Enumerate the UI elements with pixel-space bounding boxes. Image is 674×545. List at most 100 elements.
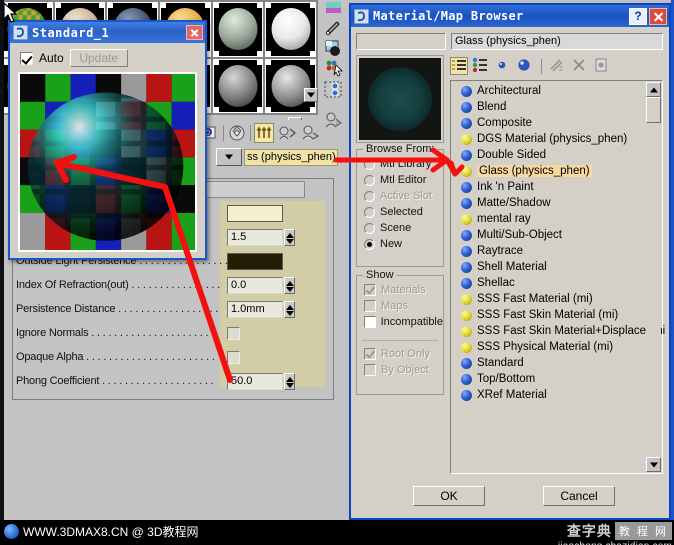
list-item[interactable]: SSS Fast Skin Material+Displace (mi xyxy=(453,323,665,339)
show-end-result-icon[interactable] xyxy=(227,123,247,143)
ignore-normals-checkbox[interactable] xyxy=(227,326,240,340)
list-item[interactable]: Standard xyxy=(453,355,644,371)
color-swatch[interactable] xyxy=(227,204,283,222)
spinner-buttons[interactable] xyxy=(284,372,295,390)
list-item[interactable]: SSS Fast Skin Material (mi) xyxy=(453,307,644,323)
delete-from-library-icon[interactable] xyxy=(571,57,589,75)
cancel-button[interactable]: Cancel xyxy=(543,486,615,506)
radio-indicator[interactable] xyxy=(364,174,375,186)
radio-indicator[interactable] xyxy=(364,158,375,170)
list-item[interactable]: Blend xyxy=(453,99,644,115)
param-control[interactable] xyxy=(227,326,240,340)
list-item[interactable]: Ink 'n Paint xyxy=(453,179,644,195)
list-item[interactable]: SSS Physical Material (mi) xyxy=(453,339,644,355)
name-field[interactable] xyxy=(356,33,446,50)
auto-checkbox[interactable] xyxy=(20,51,33,65)
backlight-icon[interactable] xyxy=(323,18,344,39)
param-control[interactable]: 1.5 xyxy=(227,228,295,246)
opaque-alpha-checkbox[interactable] xyxy=(227,350,240,364)
material-list-scrollbar[interactable] xyxy=(646,82,661,472)
video-color-check-icon[interactable] xyxy=(323,80,344,101)
param-control[interactable] xyxy=(227,252,283,270)
list-item[interactable]: Multi/Sub-Object xyxy=(453,227,644,243)
make-material-preview-icon[interactable] xyxy=(323,110,344,131)
material-name-row[interactable]: ss (physics_phen) xyxy=(216,148,338,166)
param-control[interactable]: 1.0mm xyxy=(227,300,295,318)
update-button[interactable]: Update xyxy=(69,49,128,67)
material-type-dropdown-button[interactable] xyxy=(216,148,242,166)
list-item[interactable]: Composite xyxy=(453,115,644,131)
list-item[interactable]: Raytrace xyxy=(453,243,644,259)
color-swatch[interactable] xyxy=(227,252,283,270)
radio-selected[interactable]: Selected xyxy=(357,204,443,220)
make-unique-icon[interactable] xyxy=(300,123,320,143)
list-item[interactable]: DGS Material (physics_phen) xyxy=(453,131,644,147)
sample-slot[interactable] xyxy=(265,58,316,113)
sample-slot[interactable] xyxy=(265,2,316,57)
spinner-buttons[interactable] xyxy=(284,228,295,246)
material-preview-sphere[interactable] xyxy=(18,72,197,252)
spinner-value[interactable]: 1.5 xyxy=(227,228,283,246)
list-item[interactable]: mental ray xyxy=(453,211,644,227)
watermark-right: 查字典 教 程 网 jiaocheng.chazidian.com xyxy=(558,521,672,545)
radio-indicator[interactable] xyxy=(364,238,375,250)
spinner-value[interactable]: 1.0mm xyxy=(227,300,283,318)
help-button[interactable]: ? xyxy=(629,7,647,25)
browser-preview-swatch[interactable] xyxy=(356,55,444,143)
radio-mtl-editor[interactable]: Mtl Editor xyxy=(357,172,443,188)
list-item[interactable]: Matte/Shadow xyxy=(453,195,644,211)
close-icon[interactable] xyxy=(649,7,667,25)
scroll-down-button[interactable] xyxy=(646,457,661,472)
material-name-field[interactable]: ss (physics_phen) xyxy=(244,148,338,166)
radio-scene[interactable]: Scene xyxy=(357,220,443,236)
spinner-buttons[interactable] xyxy=(284,300,295,318)
option-label: New xyxy=(380,238,403,250)
view-small-icons-icon[interactable] xyxy=(494,57,512,75)
scrollbar-thumb[interactable] xyxy=(646,97,661,123)
update-scene-materials-icon[interactable]: 2 xyxy=(549,57,567,75)
list-item[interactable]: Shell Material xyxy=(453,259,644,275)
radio-indicator[interactable] xyxy=(364,222,375,234)
spinner-value[interactable]: 0.0 xyxy=(227,276,283,294)
param-control[interactable]: 50.0 xyxy=(227,372,295,390)
clear-material-library-icon[interactable] xyxy=(593,57,611,75)
radio-mtl-library[interactable]: Mtl Library xyxy=(357,156,443,172)
list-item[interactable]: Double Sided xyxy=(453,147,644,163)
list-item[interactable]: Architectural xyxy=(453,83,644,99)
radio-indicator[interactable] xyxy=(364,206,375,218)
sample-slot[interactable] xyxy=(212,2,264,57)
sample-slot[interactable] xyxy=(212,58,264,113)
param-control[interactable] xyxy=(227,350,240,364)
param-control[interactable] xyxy=(227,204,283,222)
sample-uv-tiling-icon[interactable] xyxy=(323,58,344,79)
material-list[interactable]: Architectural Blend Composite DGS Materi… xyxy=(450,80,665,474)
close-icon[interactable] xyxy=(186,25,203,40)
spinner-buttons[interactable] xyxy=(284,276,295,294)
view-large-icons-icon[interactable] xyxy=(516,57,534,75)
param-row: Ignore Normals . . . . . . . . . . . . .… xyxy=(16,321,328,345)
checkbox-indicator[interactable] xyxy=(364,316,376,328)
list-item-selected[interactable]: Glass (physics_phen) xyxy=(453,163,644,179)
list-item[interactable]: Shellac xyxy=(453,275,644,291)
view-list-icon[interactable] xyxy=(450,57,468,75)
scroll-up-button[interactable] xyxy=(646,82,661,97)
browser-title-bar[interactable]: Material/Map Browser ? xyxy=(351,5,669,27)
material-editor-vertical-toolbar[interactable] xyxy=(320,0,346,160)
ok-button[interactable]: OK xyxy=(413,486,485,506)
radio-new[interactable]: New xyxy=(357,236,443,252)
list-item[interactable]: XRef Material xyxy=(453,387,644,403)
spinner-value[interactable]: 50.0 xyxy=(227,372,283,390)
checkbox-incompatible[interactable]: Incompatible xyxy=(357,314,443,330)
background-checker-icon[interactable] xyxy=(323,38,344,59)
dialog-title-bar[interactable]: Standard_1 xyxy=(10,22,205,43)
go-forward-to-sibling-icon[interactable] xyxy=(277,123,297,143)
slots-scroll-down-button[interactable] xyxy=(304,88,318,102)
go-to-parent-icon[interactable] xyxy=(254,123,274,143)
list-item[interactable]: Top/Bottom xyxy=(453,371,644,387)
param-control[interactable]: 0.0 xyxy=(227,276,295,294)
list-item[interactable]: SSS Fast Material (mi) xyxy=(453,291,644,307)
material-editor-toolbar[interactable]: 0 xyxy=(196,120,320,146)
view-list-icons-icon[interactable] xyxy=(472,57,490,75)
browser-toolbar[interactable]: 2 xyxy=(450,55,663,77)
scrollbar-track[interactable] xyxy=(646,97,661,457)
